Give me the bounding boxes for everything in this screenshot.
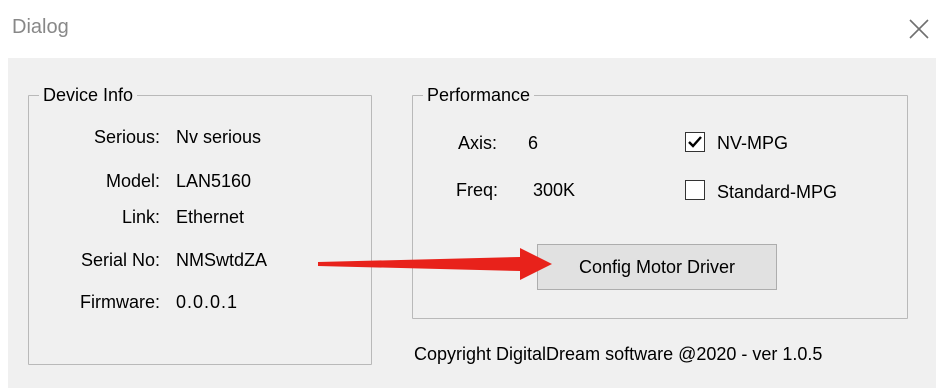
annotation-arrow-icon [318,248,552,280]
